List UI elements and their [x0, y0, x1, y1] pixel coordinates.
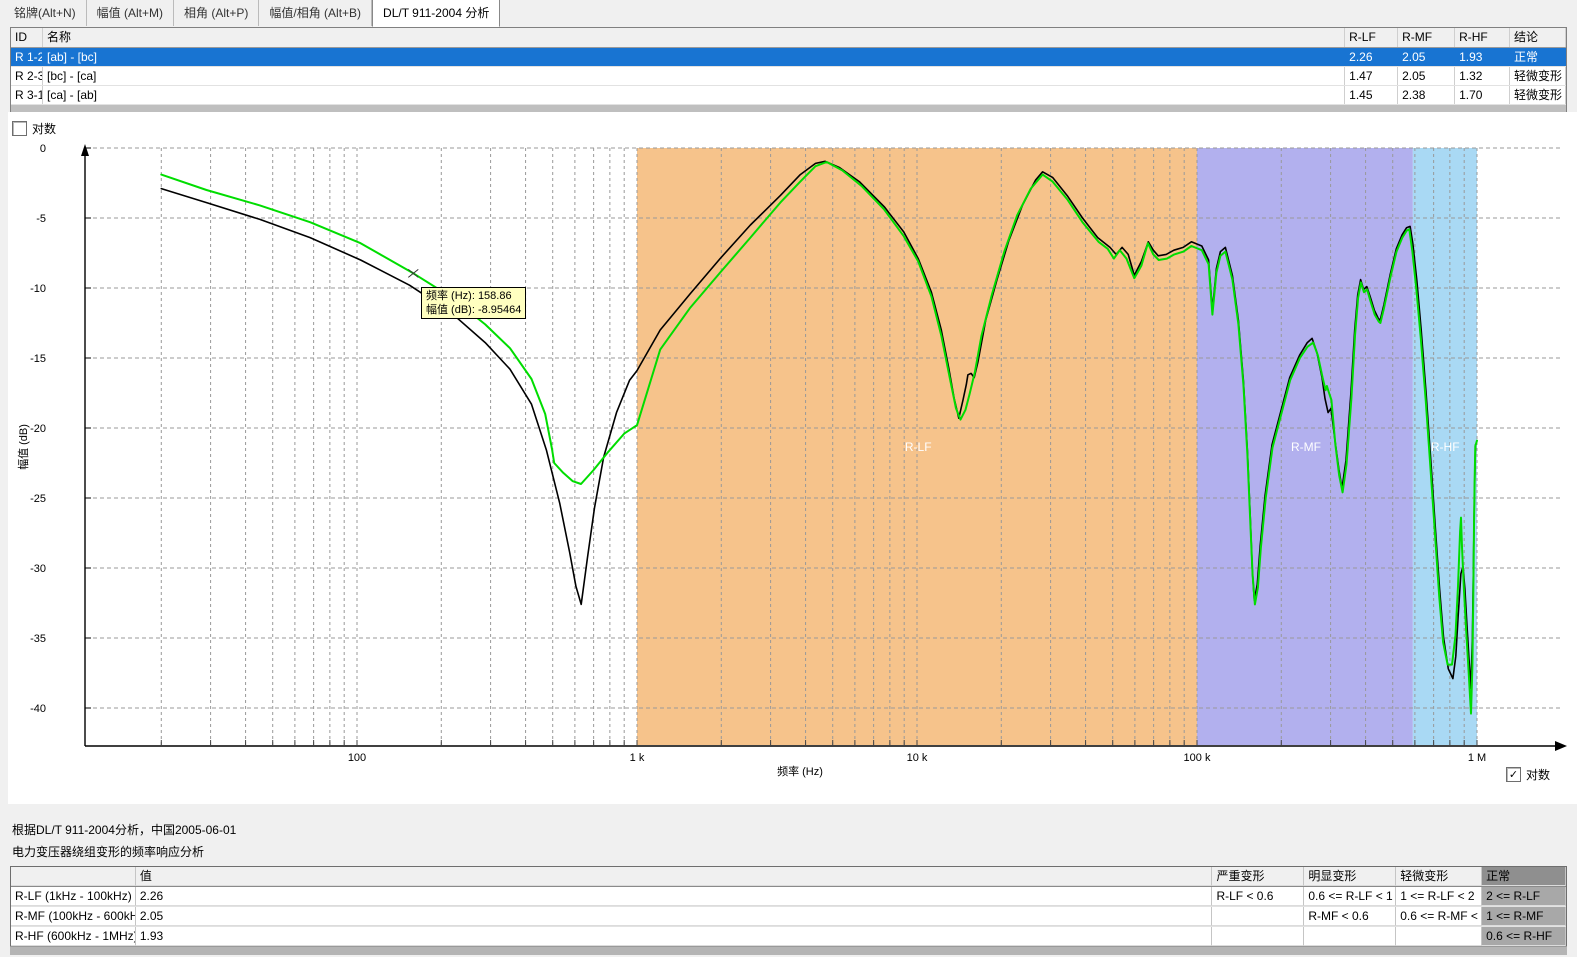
x-tick-label: 100 k — [1184, 752, 1211, 764]
results-header-5: 结论 — [1510, 28, 1566, 47]
checkbox-label: 对数 — [1526, 766, 1550, 783]
criteria-header-0 — [11, 867, 136, 886]
criteria-cell-r2c4 — [1396, 927, 1482, 946]
results-header-3: R-MF — [1398, 28, 1455, 47]
results-header-0: ID — [11, 28, 43, 47]
y-tick-label: -20 — [30, 423, 46, 435]
results-cell-r2c3: 2.38 — [1398, 86, 1455, 104]
y-tick-label: -30 — [30, 563, 46, 575]
results-cell-r2c5: 轻微变形 — [1510, 86, 1566, 104]
y-tick-label: -10 — [30, 283, 46, 295]
results-row-R1-2[interactable]: R 1-2[ab] - [bc]2.262.051.93正常 — [11, 48, 1566, 67]
criteria-cell-r2c5: 0.6 <= R-HF — [1482, 927, 1566, 946]
criteria-cell-r2c2 — [1212, 927, 1304, 946]
results-cell-r2c2: 1.45 — [1345, 86, 1398, 104]
criteria-cell-r1c4: 0.6 <= R-MF < 1 — [1396, 907, 1482, 926]
results-row-R2-3[interactable]: R 2-3[bc] - [ca]1.472.051.32轻微变形 — [11, 67, 1566, 86]
results-cell-r0c2: 2.26 — [1345, 48, 1398, 66]
criteria-header-1: 值 — [136, 867, 1213, 886]
criteria-table: 值严重变形明显变形轻微变形正常R-LF (1kHz - 100kHz)2.26R… — [10, 866, 1567, 948]
app-window: 铭牌(Alt+N)幅值 (Alt+M)相角 (Alt+P)幅值/相角 (Alt+… — [0, 0, 1577, 957]
y-tick-label: 0 — [40, 143, 46, 155]
results-cell-r0c4: 1.93 — [1455, 48, 1510, 66]
log-scale-checkbox-bottom[interactable]: ✓ 对数 — [1506, 766, 1550, 783]
results-header-1: 名称 — [43, 28, 1345, 47]
criteria-cell-r1c3: R-MF < 0.6 — [1304, 907, 1396, 926]
results-cell-r2c1: [ca] - [ab] — [43, 86, 1345, 104]
x-axis-arrow-icon — [1555, 741, 1567, 751]
checkbox-label: 对数 — [32, 120, 56, 137]
criteria-header-5: 正常 — [1482, 867, 1566, 886]
x-tick-label: 100 — [348, 752, 366, 764]
results-cell-r1c1: [bc] - [ca] — [43, 67, 1345, 85]
x-axis-title: 频率 (Hz) — [777, 764, 823, 778]
criteria-cell-r0c4: 1 <= R-LF < 2 — [1396, 887, 1482, 906]
results-cell-r1c0: R 2-3 — [11, 67, 43, 85]
criteria-cell-r1c2 — [1212, 907, 1304, 926]
results-cell-r0c1: [ab] - [bc] — [43, 48, 1345, 66]
criteria-cell-r0c3: 0.6 <= R-LF < 1 — [1304, 887, 1396, 906]
x-tick-label: 1 M — [1468, 752, 1486, 764]
results-cell-r0c5: 正常 — [1510, 48, 1566, 66]
results-cell-r1c3: 2.05 — [1398, 67, 1455, 85]
criteria-header-2: 严重变形 — [1212, 867, 1304, 886]
results-cell-r0c3: 2.05 — [1398, 48, 1455, 66]
criteria-cell-r0c2: R-LF < 0.6 — [1212, 887, 1304, 906]
criteria-cell-r2c0: R-HF (600kHz - 1MHz) — [11, 927, 136, 946]
fra-frequency-response-chart: 0 -5 -10 -15 -20 -25 -30 -35 -40 100 1 k 10 k 100 k 1… — [8, 112, 1577, 804]
results-cell-r0c0: R 1-2 — [11, 48, 43, 66]
tab-bar: 铭牌(Alt+N)幅值 (Alt+M)相角 (Alt+P)幅值/相角 (Alt+… — [4, 0, 500, 26]
results-table: ID名称R-LFR-MFR-HF结论R 1-2[ab] - [bc]2.262.… — [10, 27, 1567, 114]
region-label-R-LF: R-LF — [905, 440, 932, 454]
y-axis-title: 幅值 (dB) — [17, 424, 30, 470]
region-label-R-MF: R-MF — [1291, 440, 1321, 454]
tab-0[interactable]: 铭牌(Alt+N) — [4, 0, 87, 26]
y-tick-label: -25 — [30, 493, 46, 505]
results-header-4: R-HF — [1455, 28, 1510, 47]
tab-3[interactable]: 幅值/相角 (Alt+B) — [259, 0, 372, 26]
criteria-cell-r0c1: 2.26 — [136, 887, 1213, 906]
y-axis-arrow-icon — [81, 144, 89, 156]
criteria-cell-r1c1: 2.05 — [136, 907, 1213, 926]
criteria-header-4: 轻微变形 — [1396, 867, 1482, 886]
analysis-note: 根据DL/T 911-2004分析，中国2005-06-01 — [12, 821, 236, 838]
results-row-R3-1[interactable]: R 3-1[ca] - [ab]1.452.381.70轻微变形 — [11, 86, 1566, 105]
tooltip-amplitude: 幅值 (dB): -8.95464 — [426, 303, 521, 317]
results-cell-r2c0: R 3-1 — [11, 86, 43, 104]
y-tick-label: -5 — [36, 213, 46, 225]
results-cell-r1c4: 1.32 — [1455, 67, 1510, 85]
checkbox-unchecked-icon[interactable] — [12, 121, 27, 136]
x-tick-label: 1 k — [630, 752, 645, 764]
x-tick-label: 10 k — [907, 752, 928, 764]
region-label-R-HF: R-HF — [1431, 440, 1460, 454]
criteria-cell-r0c5: 2 <= R-LF — [1482, 887, 1566, 906]
criteria-header-3: 明显变形 — [1304, 867, 1396, 886]
criteria-cell-r1c0: R-MF (100kHz - 600kHz) — [11, 907, 136, 926]
tab-1[interactable]: 幅值 (Alt+M) — [87, 0, 174, 26]
checkbox-checked-icon[interactable]: ✓ — [1506, 767, 1521, 782]
chart-panel: 0 -5 -10 -15 -20 -25 -30 -35 -40 100 1 k 10 k 100 k 1… — [8, 112, 1577, 804]
y-tick-label: -15 — [30, 353, 46, 365]
y-tick-label: -40 — [30, 703, 46, 715]
analysis-title: 电力变压器绕组变形的频率响应分析 — [12, 843, 204, 860]
horizontal-scrollbar[interactable] — [10, 946, 1567, 955]
criteria-cell-r0c0: R-LF (1kHz - 100kHz) — [11, 887, 136, 906]
criteria-cell-r2c3 — [1304, 927, 1396, 946]
y-tick-label: -35 — [30, 633, 46, 645]
results-header-2: R-LF — [1345, 28, 1398, 47]
results-cell-r2c4: 1.70 — [1455, 86, 1510, 104]
tab-2[interactable]: 相角 (Alt+P) — [174, 0, 259, 26]
results-cell-r1c5: 轻微变形 — [1510, 67, 1566, 85]
tab-4[interactable]: DL/T 911-2004 分析 — [372, 0, 500, 27]
tooltip-frequency: 频率 (Hz): 158.86 — [426, 289, 521, 303]
results-cell-r1c2: 1.47 — [1345, 67, 1398, 85]
cursor-marker-icon — [408, 269, 418, 277]
log-scale-checkbox-top[interactable]: 对数 — [12, 120, 56, 137]
criteria-cell-r2c1: 1.93 — [136, 927, 1213, 946]
criteria-cell-r1c5: 1 <= R-MF — [1482, 907, 1566, 926]
cursor-tooltip: 频率 (Hz): 158.86 幅值 (dB): -8.95464 — [421, 287, 526, 319]
